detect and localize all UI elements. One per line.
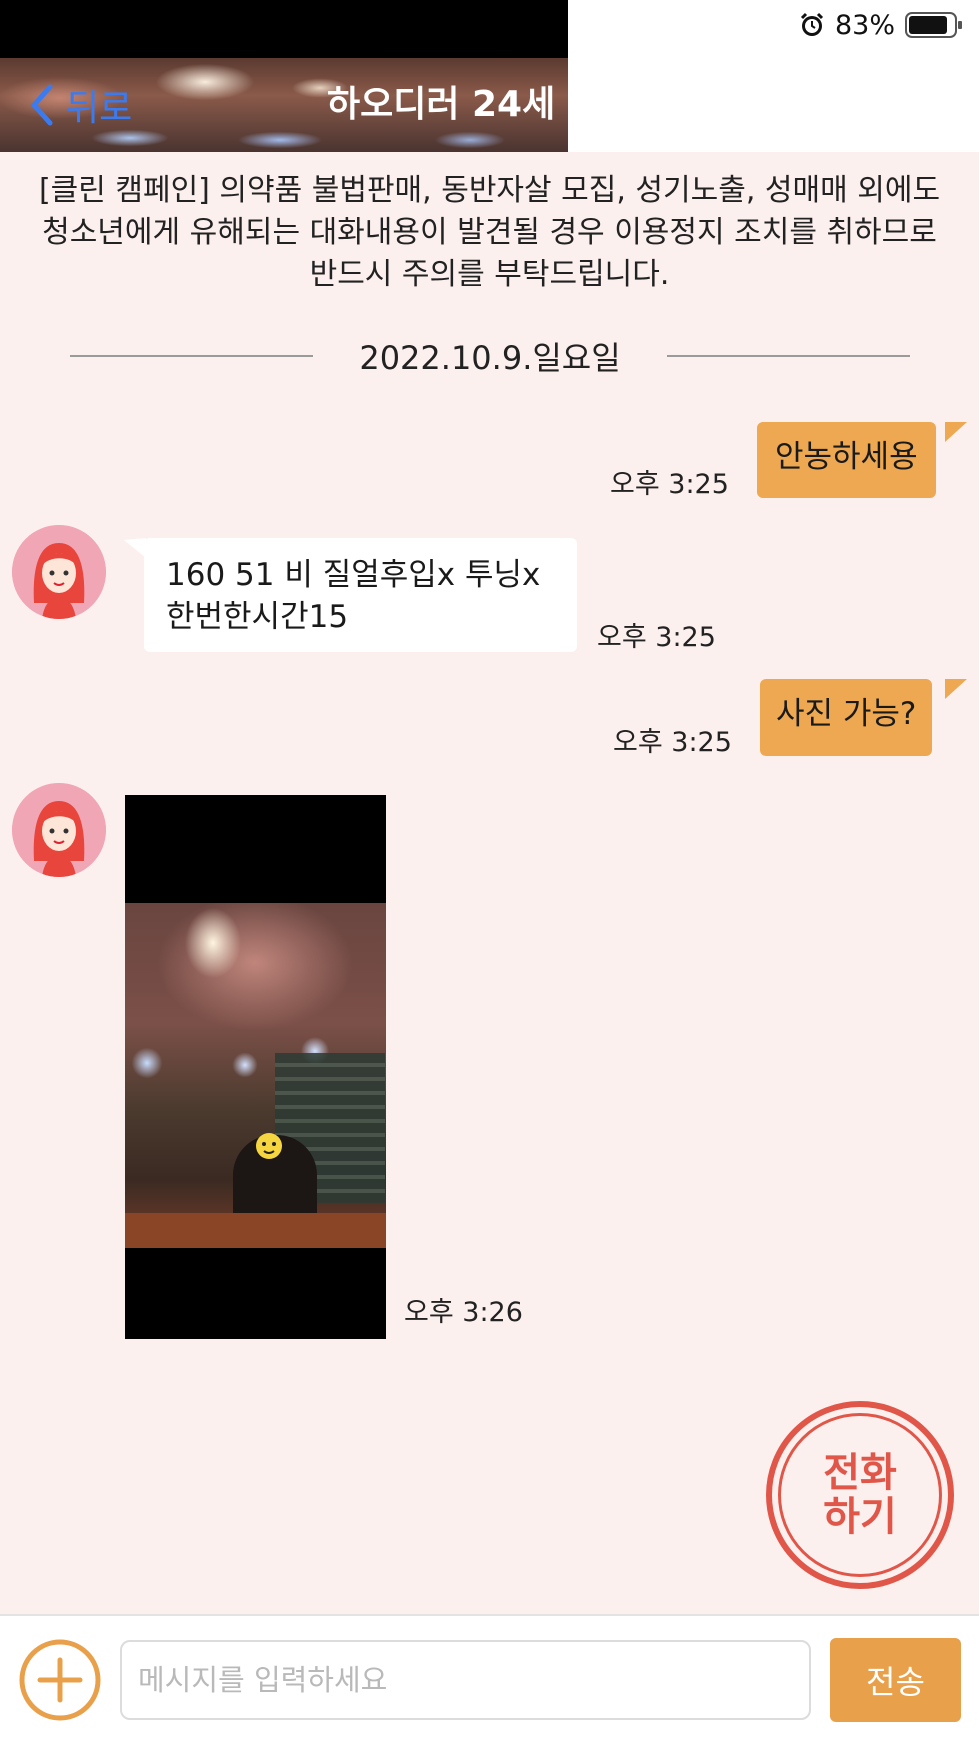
bubble-tail: [945, 422, 967, 442]
chat-title: 하오디러 24세: [327, 84, 556, 125]
call-button-label: 전화하기: [823, 1450, 897, 1540]
my-message-bubble[interactable]: 사진 가능?: [760, 679, 933, 756]
header-background-image: 뒤로 하오디러 24세: [0, 58, 568, 152]
message-time: 오후 3:26: [404, 1297, 523, 1328]
battery-icon: [905, 12, 962, 38]
call-button-inner: 전화하기: [778, 1413, 942, 1577]
bubble-tail: [124, 538, 146, 558]
call-button[interactable]: 전화하기: [766, 1401, 954, 1589]
photo-message[interactable]: [125, 795, 386, 1339]
date-label: 2022.10.9.일요일: [359, 339, 621, 377]
photo-table: [125, 1213, 386, 1248]
status-bar-left: [0, 0, 568, 58]
divider-line-left: [70, 355, 314, 357]
status-bar: 83%: [0, 0, 979, 58]
message-time: 오후 3:25: [597, 622, 716, 653]
chat-header: 뒤로 하오디러 24세: [0, 58, 979, 152]
back-button[interactable]: 뒤로: [28, 72, 132, 138]
chevron-left-icon: [31, 84, 53, 126]
bubble-tail: [945, 679, 967, 699]
plus-circle-icon[interactable]: [18, 1638, 102, 1722]
message-text: 안농하세용: [775, 439, 918, 475]
divider-line-right: [666, 355, 911, 357]
other-message-bubble[interactable]: 160 51 비 질얼후입x 투닝x 한번한시간15: [144, 538, 577, 652]
message-text: 사진 가능?: [776, 696, 917, 732]
back-label: 뒤로: [66, 88, 133, 129]
message-time: 오후 3:25: [613, 727, 732, 758]
avatar-girl-icon: [12, 783, 106, 877]
message-input[interactable]: [120, 1640, 811, 1720]
my-message-bubble[interactable]: 안농하세용: [757, 422, 936, 498]
send-button[interactable]: 전송: [830, 1638, 961, 1722]
message-time: 오후 3:25: [610, 469, 729, 500]
clean-campaign-notice: [클린 캠페인] 의약품 불법판매, 동반자살 모집, 성기노출, 성매매 외에…: [38, 173, 941, 292]
date-divider: 2022.10.9.일요일: [70, 330, 911, 382]
alarm-clock-icon: [800, 12, 824, 36]
face-sticker-icon: [256, 1133, 282, 1159]
message-text-line: 한번한시간15: [166, 599, 349, 635]
avatar-girl-icon: [12, 525, 106, 619]
status-indicators: 83%: [799, 8, 963, 42]
avatar[interactable]: [12, 783, 106, 877]
message-text-line: 160 51 비 질얼후입x 투닝x: [166, 557, 541, 593]
photo-image: [125, 903, 386, 1248]
avatar[interactable]: [12, 525, 106, 619]
battery-percentage: 83%: [834, 9, 895, 41]
message-input-bar: 전송: [0, 1614, 979, 1742]
